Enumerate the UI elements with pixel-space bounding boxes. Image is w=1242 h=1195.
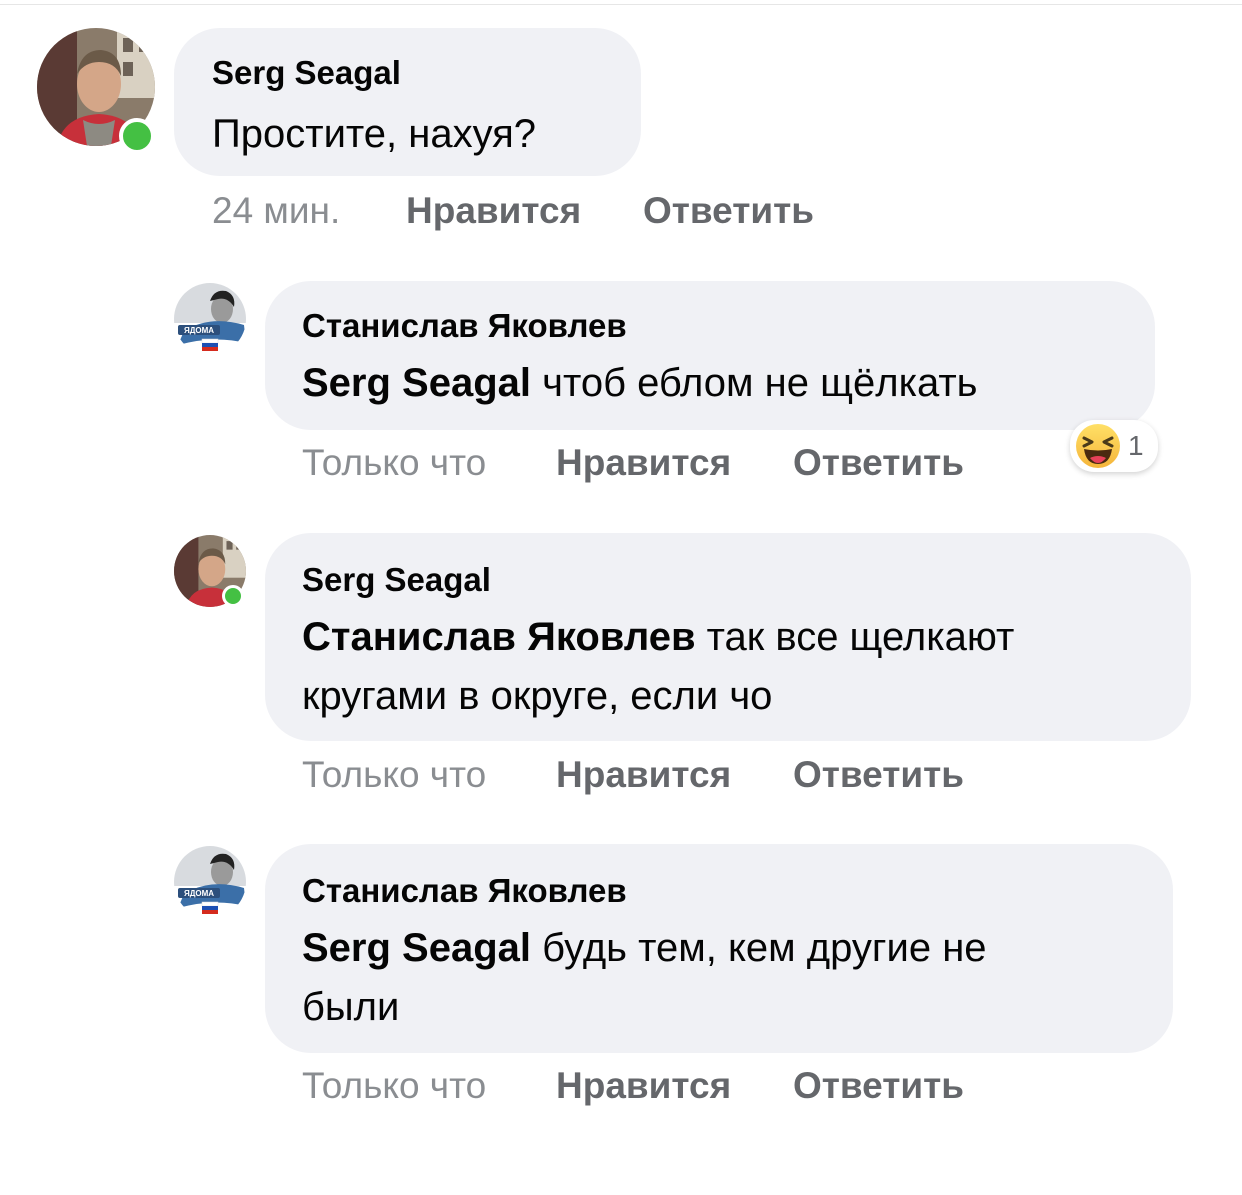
reaction-summary[interactable]: 1 bbox=[1070, 420, 1158, 472]
avatar-badge-text: ЯДОМА bbox=[184, 326, 214, 335]
like-button[interactable]: Нравится bbox=[556, 442, 731, 484]
comment-bubble[interactable]: Serg Seagal Простите, нахуя? bbox=[174, 28, 641, 176]
comment-text: Станислав Яковлев так все щелкают bbox=[302, 615, 1014, 660]
reply-button[interactable]: Ответить bbox=[643, 190, 814, 232]
avatar-badge-text: ЯДОМА bbox=[184, 889, 214, 898]
comment-actions: Только что Нравится Ответить bbox=[302, 754, 1002, 798]
comment-text-body: будь тем, кем другие не bbox=[531, 926, 987, 970]
comment-timestamp[interactable]: 24 мин. bbox=[212, 190, 340, 232]
reply-button[interactable]: Ответить bbox=[793, 1065, 964, 1107]
comment-timestamp[interactable]: Только что bbox=[302, 1065, 486, 1107]
comment-author[interactable]: Станислав Яковлев bbox=[302, 307, 627, 345]
avatar[interactable]: ЯДОМА bbox=[174, 283, 246, 355]
comment-bubble[interactable]: Станислав Яковлев Serg Seagal будь тем, … bbox=[265, 844, 1173, 1053]
comment-timestamp[interactable]: Только что bbox=[302, 442, 486, 484]
comment-text: Serg Seagal чтоб еблом не щёлкать bbox=[302, 361, 978, 406]
top-divider bbox=[0, 4, 1242, 5]
comment-text-body: так все щелкают bbox=[695, 615, 1015, 659]
comment-text-body: чтоб еблом не щёлкать bbox=[531, 361, 978, 405]
reply-button[interactable]: Ответить bbox=[793, 442, 964, 484]
comment-timestamp[interactable]: Только что bbox=[302, 754, 486, 796]
avatar[interactable] bbox=[37, 28, 155, 154]
reaction-count: 1 bbox=[1128, 430, 1144, 461]
comment-text-line2: кругами в округе, если чо bbox=[302, 674, 773, 718]
comment-actions: 24 мин. Нравится Ответить bbox=[212, 190, 912, 234]
comment-bubble[interactable]: Станислав Яковлев Serg Seagal чтоб еблом… bbox=[265, 281, 1155, 430]
like-button[interactable]: Нравится bbox=[556, 754, 731, 796]
laughing-emoji-icon bbox=[1076, 424, 1120, 468]
mention-link[interactable]: Станислав Яковлев bbox=[302, 615, 696, 659]
mention-link[interactable]: Serg Seagal bbox=[302, 361, 531, 405]
comment-bubble[interactable]: Serg Seagal Станислав Яковлев так все ще… bbox=[265, 533, 1191, 741]
avatar-photo: ЯДОМА bbox=[174, 846, 246, 918]
mention-link[interactable]: Serg Seagal bbox=[302, 926, 531, 970]
avatar[interactable] bbox=[174, 535, 246, 607]
avatar[interactable]: ЯДОМА bbox=[174, 846, 246, 918]
comment-actions: Только что Нравится Ответить bbox=[302, 442, 1002, 486]
online-status-icon bbox=[222, 585, 244, 607]
like-button[interactable]: Нравится bbox=[406, 190, 581, 232]
comment-text-line2: были bbox=[302, 985, 400, 1029]
like-button[interactable]: Нравится bbox=[556, 1065, 731, 1107]
comment-author[interactable]: Serg Seagal bbox=[212, 54, 401, 92]
comment-text: Простите, нахуя? bbox=[212, 112, 537, 156]
comment-author[interactable]: Станислав Яковлев bbox=[302, 872, 627, 910]
comment-author[interactable]: Serg Seagal bbox=[302, 561, 491, 599]
avatar-photo: ЯДОМА bbox=[174, 283, 246, 355]
comment-actions: Только что Нравится Ответить bbox=[302, 1065, 1002, 1109]
online-status-icon bbox=[119, 118, 155, 154]
comment-text: Serg Seagal будь тем, кем другие не bbox=[302, 926, 987, 971]
reply-button[interactable]: Ответить bbox=[793, 754, 964, 796]
